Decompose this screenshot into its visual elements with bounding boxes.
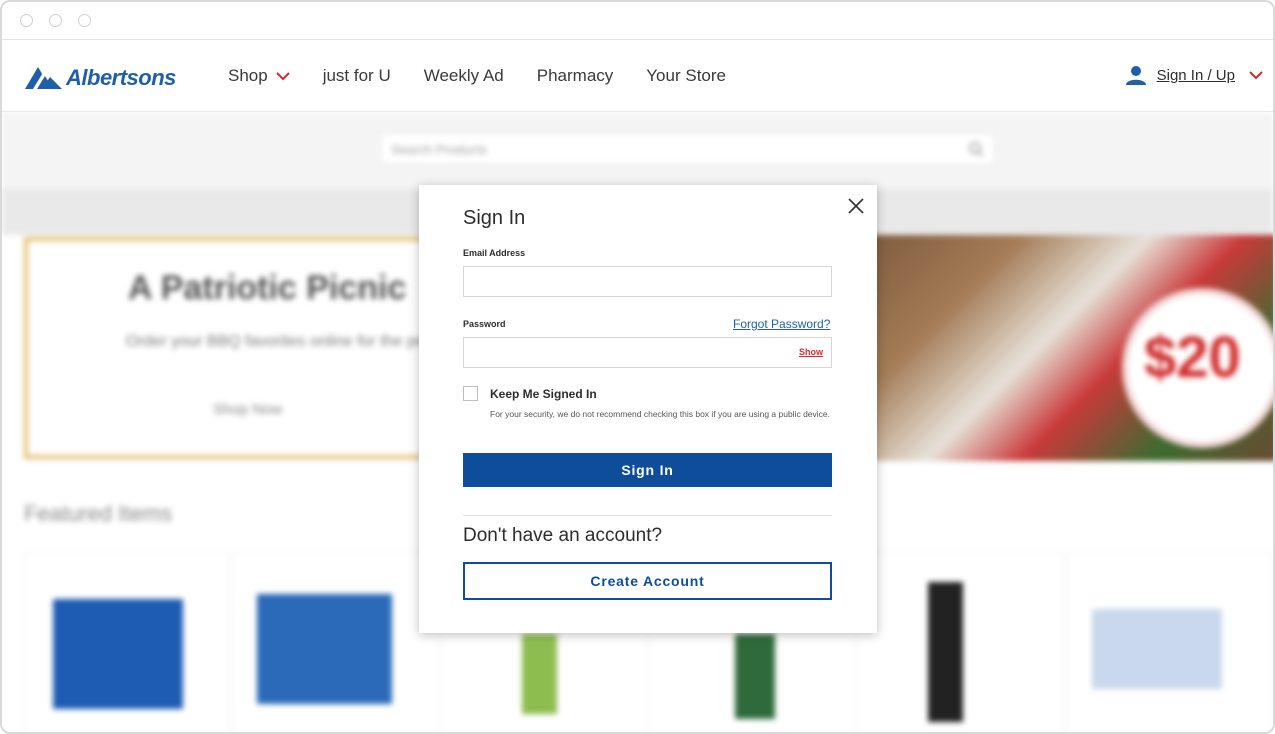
nav-item-label: Pharmacy — [536, 66, 614, 85]
window-dot-minimize[interactable] — [49, 14, 62, 27]
sign-in-modal: Sign In Email Address Password Forgot Pa… — [419, 185, 877, 633]
product-image — [928, 582, 964, 722]
product-image — [1091, 609, 1222, 689]
close-icon[interactable] — [847, 197, 865, 215]
chevron-down-icon — [275, 71, 290, 80]
search-row: Search Products — [2, 113, 1273, 189]
sign-in-up-link[interactable]: Sign In / Up — [1157, 67, 1235, 84]
product-card — [24, 553, 231, 732]
promo-link: Shop Now — [213, 401, 283, 418]
nav-item-label: Weekly Ad — [423, 66, 504, 85]
nav-item-your-store[interactable]: Your Store — [646, 66, 726, 86]
nav-item-shop[interactable]: Shop — [228, 66, 290, 86]
product-image — [521, 634, 557, 714]
nav-item-just-for-u[interactable]: just for U — [323, 66, 391, 86]
window-dot-maximize[interactable] — [78, 14, 91, 27]
product-card — [857, 553, 1064, 732]
product-image — [257, 594, 393, 704]
security-note: For your security, we do not recommend c… — [490, 409, 831, 419]
search-input: Search Products — [380, 133, 995, 165]
site-header: Albertsons Shop just for U Weekly Ad Pha… — [2, 40, 1273, 112]
email-label: Email Address — [463, 248, 526, 258]
chevron-down-icon — [1249, 70, 1263, 79]
account-menu[interactable]: Sign In / Up — [1125, 64, 1263, 86]
divider — [463, 515, 832, 516]
nav-item-weekly-ad[interactable]: Weekly Ad — [424, 66, 504, 86]
product-image — [53, 599, 183, 709]
window-dot-close[interactable] — [20, 14, 33, 27]
albertsons-logo[interactable]: Albertsons — [24, 64, 176, 92]
product-card — [1065, 553, 1272, 732]
nav-item-label: just for U — [322, 66, 391, 85]
nav-item-label: Shop — [228, 66, 268, 85]
forgot-password-link[interactable]: Forgot Password? — [733, 317, 830, 331]
product-image — [734, 634, 775, 719]
create-account-button[interactable]: Create Account — [463, 562, 832, 600]
search-icon — [969, 142, 984, 157]
albertsons-logo-icon — [25, 67, 62, 89]
search-placeholder: Search Products — [391, 142, 488, 157]
window-chrome — [2, 2, 1273, 40]
main-nav: Shop just for U Weekly Ad Pharmacy Your … — [228, 66, 759, 86]
password-label: Password — [463, 319, 506, 329]
nav-item-label: Your Store — [646, 66, 726, 85]
user-icon — [1125, 66, 1146, 85]
no-account-heading: Don't have an account? — [463, 525, 663, 546]
logo-wordmark: Albertsons — [66, 65, 176, 90]
show-password-link[interactable]: Show — [799, 347, 823, 357]
promo-badge-text: $20 — [1144, 325, 1241, 390]
keep-signed-in-label[interactable]: Keep Me Signed In — [490, 387, 597, 401]
password-field[interactable] — [463, 337, 832, 368]
promo-badge: $20 — [1122, 288, 1273, 448]
sign-in-button[interactable]: Sign In — [463, 453, 832, 487]
product-card — [232, 553, 439, 732]
keep-signed-in-checkbox[interactable] — [463, 386, 478, 401]
browser-window: Albertsons Shop just for U Weekly Ad Pha… — [0, 0, 1275, 734]
nav-item-pharmacy[interactable]: Pharmacy — [537, 66, 614, 86]
modal-title: Sign In — [463, 207, 526, 229]
featured-title: Featured Items — [24, 501, 172, 526]
email-field[interactable] — [463, 266, 832, 297]
promo-title: A Patriotic Picnic — [128, 269, 407, 307]
